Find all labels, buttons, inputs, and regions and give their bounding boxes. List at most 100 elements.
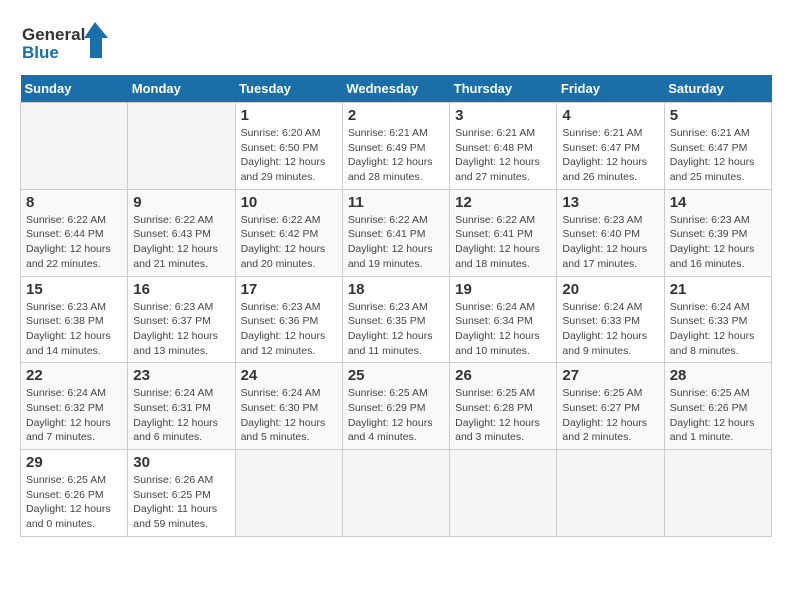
empty-cell — [235, 450, 342, 537]
day-cell-1: 1 Sunrise: 6:20 AM Sunset: 6:50 PM Dayli… — [235, 103, 342, 190]
calendar-week-4: 22 Sunrise: 6:24 AM Sunset: 6:32 PM Dayl… — [21, 363, 772, 450]
day-cell-27: 27 Sunrise: 6:25 AM Sunset: 6:27 PM Dayl… — [557, 363, 664, 450]
day-info: Sunrise: 6:24 AM Sunset: 6:33 PM Dayligh… — [670, 300, 766, 359]
logo: General Blue — [20, 20, 110, 65]
day-cell-23: 23 Sunrise: 6:24 AM Sunset: 6:31 PM Dayl… — [128, 363, 235, 450]
day-info: Sunrise: 6:22 AM Sunset: 6:42 PM Dayligh… — [241, 213, 337, 272]
day-info: Sunrise: 6:25 AM Sunset: 6:26 PM Dayligh… — [670, 386, 766, 445]
day-number: 10 — [241, 194, 337, 211]
day-number: 29 — [26, 454, 122, 471]
day-info: Sunrise: 6:24 AM Sunset: 6:30 PM Dayligh… — [241, 386, 337, 445]
day-cell-25: 25 Sunrise: 6:25 AM Sunset: 6:29 PM Dayl… — [342, 363, 449, 450]
day-info: Sunrise: 6:22 AM Sunset: 6:41 PM Dayligh… — [455, 213, 551, 272]
weekday-header-saturday: Saturday — [664, 75, 771, 103]
day-number: 20 — [562, 281, 658, 298]
day-number: 22 — [26, 367, 122, 384]
day-number: 16 — [133, 281, 229, 298]
empty-cell — [557, 450, 664, 537]
logo-svg: General Blue — [20, 20, 110, 65]
day-number: 12 — [455, 194, 551, 211]
weekday-header-wednesday: Wednesday — [342, 75, 449, 103]
day-number: 15 — [26, 281, 122, 298]
day-info: Sunrise: 6:21 AM Sunset: 6:47 PM Dayligh… — [562, 126, 658, 185]
day-cell-28: 28 Sunrise: 6:25 AM Sunset: 6:26 PM Dayl… — [664, 363, 771, 450]
day-number: 26 — [455, 367, 551, 384]
day-info: Sunrise: 6:20 AM Sunset: 6:50 PM Dayligh… — [241, 126, 337, 185]
day-info: Sunrise: 6:22 AM Sunset: 6:43 PM Dayligh… — [133, 213, 229, 272]
empty-cell — [342, 450, 449, 537]
day-info: Sunrise: 6:23 AM Sunset: 6:40 PM Dayligh… — [562, 213, 658, 272]
calendar-week-2: 8 Sunrise: 6:22 AM Sunset: 6:44 PM Dayli… — [21, 189, 772, 276]
day-cell-4: 4 Sunrise: 6:21 AM Sunset: 6:47 PM Dayli… — [557, 103, 664, 190]
day-number: 1 — [241, 107, 337, 124]
day-info: Sunrise: 6:22 AM Sunset: 6:44 PM Dayligh… — [26, 213, 122, 272]
day-cell-10: 10 Sunrise: 6:22 AM Sunset: 6:42 PM Dayl… — [235, 189, 342, 276]
day-number: 19 — [455, 281, 551, 298]
calendar-week-3: 15 Sunrise: 6:23 AM Sunset: 6:38 PM Dayl… — [21, 276, 772, 363]
day-cell-13: 13 Sunrise: 6:23 AM Sunset: 6:40 PM Dayl… — [557, 189, 664, 276]
day-info: Sunrise: 6:23 AM Sunset: 6:36 PM Dayligh… — [241, 300, 337, 359]
calendar-week-5: 29 Sunrise: 6:25 AM Sunset: 6:26 PM Dayl… — [21, 450, 772, 537]
day-cell-24: 24 Sunrise: 6:24 AM Sunset: 6:30 PM Dayl… — [235, 363, 342, 450]
weekday-header-row: SundayMondayTuesdayWednesdayThursdayFrid… — [21, 75, 772, 103]
page-header: General Blue — [20, 20, 772, 65]
day-info: Sunrise: 6:21 AM Sunset: 6:47 PM Dayligh… — [670, 126, 766, 185]
day-info: Sunrise: 6:21 AM Sunset: 6:49 PM Dayligh… — [348, 126, 444, 185]
weekday-header-friday: Friday — [557, 75, 664, 103]
day-number: 24 — [241, 367, 337, 384]
day-info: Sunrise: 6:24 AM Sunset: 6:33 PM Dayligh… — [562, 300, 658, 359]
day-number: 17 — [241, 281, 337, 298]
calendar-week-1: 1 Sunrise: 6:20 AM Sunset: 6:50 PM Dayli… — [21, 103, 772, 190]
day-number: 18 — [348, 281, 444, 298]
day-cell-2: 2 Sunrise: 6:21 AM Sunset: 6:49 PM Dayli… — [342, 103, 449, 190]
day-cell-12: 12 Sunrise: 6:22 AM Sunset: 6:41 PM Dayl… — [450, 189, 557, 276]
day-number: 14 — [670, 194, 766, 211]
weekday-header-sunday: Sunday — [21, 75, 128, 103]
weekday-header-tuesday: Tuesday — [235, 75, 342, 103]
day-number: 21 — [670, 281, 766, 298]
day-cell-5: 5 Sunrise: 6:21 AM Sunset: 6:47 PM Dayli… — [664, 103, 771, 190]
day-number: 8 — [26, 194, 122, 211]
day-info: Sunrise: 6:24 AM Sunset: 6:31 PM Dayligh… — [133, 386, 229, 445]
day-number: 11 — [348, 194, 444, 211]
day-info: Sunrise: 6:23 AM Sunset: 6:38 PM Dayligh… — [26, 300, 122, 359]
day-info: Sunrise: 6:24 AM Sunset: 6:32 PM Dayligh… — [26, 386, 122, 445]
day-cell-11: 11 Sunrise: 6:22 AM Sunset: 6:41 PM Dayl… — [342, 189, 449, 276]
day-cell-9: 9 Sunrise: 6:22 AM Sunset: 6:43 PM Dayli… — [128, 189, 235, 276]
day-info: Sunrise: 6:23 AM Sunset: 6:39 PM Dayligh… — [670, 213, 766, 272]
day-info: Sunrise: 6:25 AM Sunset: 6:27 PM Dayligh… — [562, 386, 658, 445]
day-cell-30: 30 Sunrise: 6:26 AM Sunset: 6:25 PM Dayl… — [128, 450, 235, 537]
day-number: 13 — [562, 194, 658, 211]
day-number: 2 — [348, 107, 444, 124]
day-info: Sunrise: 6:25 AM Sunset: 6:26 PM Dayligh… — [26, 473, 122, 532]
day-info: Sunrise: 6:25 AM Sunset: 6:29 PM Dayligh… — [348, 386, 444, 445]
empty-cell — [128, 103, 235, 190]
svg-text:Blue: Blue — [22, 43, 59, 62]
weekday-header-thursday: Thursday — [450, 75, 557, 103]
day-info: Sunrise: 6:23 AM Sunset: 6:35 PM Dayligh… — [348, 300, 444, 359]
day-cell-8: 8 Sunrise: 6:22 AM Sunset: 6:44 PM Dayli… — [21, 189, 128, 276]
day-number: 30 — [133, 454, 229, 471]
day-cell-29: 29 Sunrise: 6:25 AM Sunset: 6:26 PM Dayl… — [21, 450, 128, 537]
day-cell-21: 21 Sunrise: 6:24 AM Sunset: 6:33 PM Dayl… — [664, 276, 771, 363]
day-cell-14: 14 Sunrise: 6:23 AM Sunset: 6:39 PM Dayl… — [664, 189, 771, 276]
day-cell-19: 19 Sunrise: 6:24 AM Sunset: 6:34 PM Dayl… — [450, 276, 557, 363]
day-number: 3 — [455, 107, 551, 124]
day-cell-22: 22 Sunrise: 6:24 AM Sunset: 6:32 PM Dayl… — [21, 363, 128, 450]
day-cell-17: 17 Sunrise: 6:23 AM Sunset: 6:36 PM Dayl… — [235, 276, 342, 363]
day-info: Sunrise: 6:21 AM Sunset: 6:48 PM Dayligh… — [455, 126, 551, 185]
day-info: Sunrise: 6:25 AM Sunset: 6:28 PM Dayligh… — [455, 386, 551, 445]
empty-cell — [21, 103, 128, 190]
day-info: Sunrise: 6:23 AM Sunset: 6:37 PM Dayligh… — [133, 300, 229, 359]
day-cell-18: 18 Sunrise: 6:23 AM Sunset: 6:35 PM Dayl… — [342, 276, 449, 363]
day-cell-26: 26 Sunrise: 6:25 AM Sunset: 6:28 PM Dayl… — [450, 363, 557, 450]
day-number: 28 — [670, 367, 766, 384]
day-info: Sunrise: 6:22 AM Sunset: 6:41 PM Dayligh… — [348, 213, 444, 272]
day-number: 25 — [348, 367, 444, 384]
empty-cell — [450, 450, 557, 537]
weekday-header-monday: Monday — [128, 75, 235, 103]
day-cell-15: 15 Sunrise: 6:23 AM Sunset: 6:38 PM Dayl… — [21, 276, 128, 363]
day-cell-3: 3 Sunrise: 6:21 AM Sunset: 6:48 PM Dayli… — [450, 103, 557, 190]
calendar-table: SundayMondayTuesdayWednesdayThursdayFrid… — [20, 75, 772, 537]
day-info: Sunrise: 6:26 AM Sunset: 6:25 PM Dayligh… — [133, 473, 229, 532]
